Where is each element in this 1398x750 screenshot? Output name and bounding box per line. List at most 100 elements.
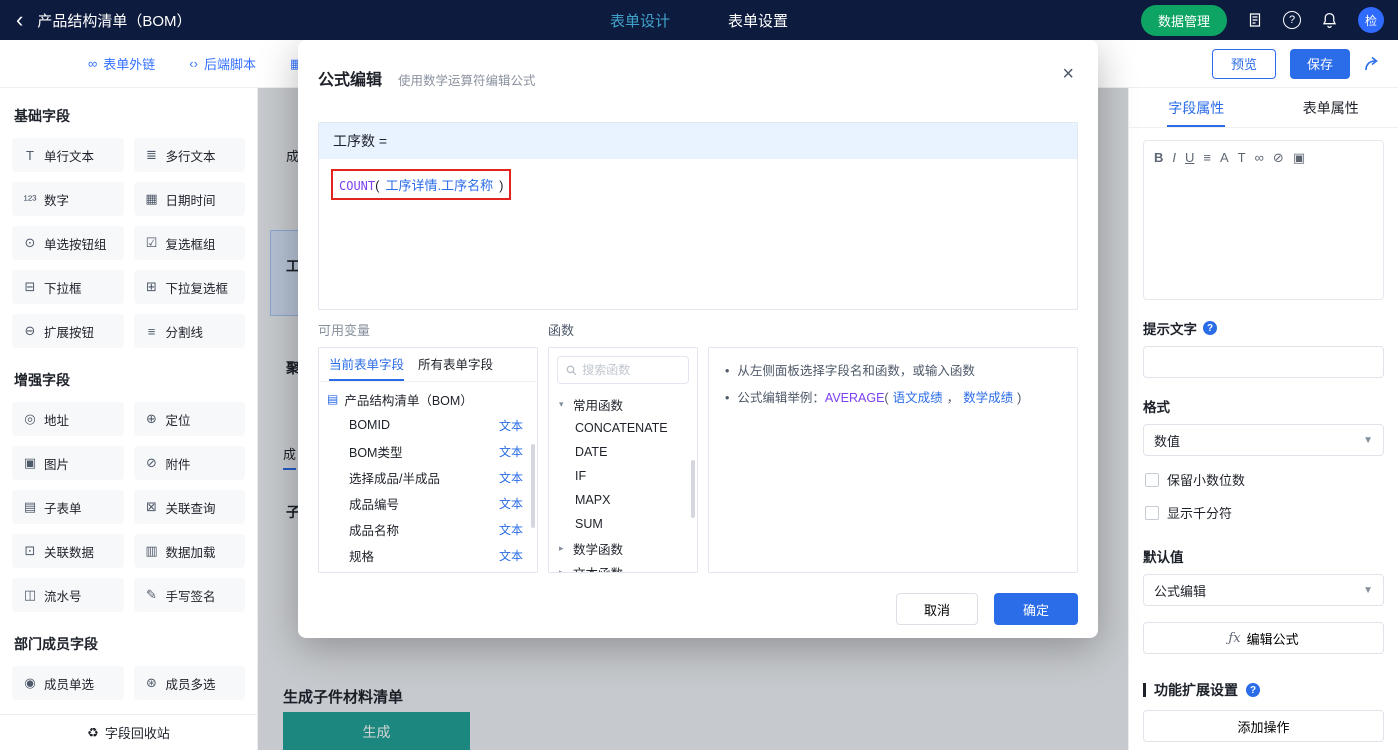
group-text-functions[interactable]: ▸ 文本函数 [549,560,697,573]
tab-current-form-fields[interactable]: 当前表单字段 [329,348,404,381]
hint-text-input[interactable] [1143,346,1384,378]
field-number[interactable]: ¹²³数字 [12,182,124,216]
align-icon[interactable]: ≡ [1203,150,1211,166]
tree-item[interactable]: 规格文本 [319,542,537,568]
field-serial-number[interactable]: ◫流水号 [12,578,124,612]
hint-help-icon[interactable]: ? [1203,321,1217,335]
tree-item[interactable]: BOM类型文本 [319,438,537,464]
toolbar-actions: 预览 保存 [1212,40,1382,87]
back-icon[interactable]: ‹ [16,9,23,31]
link-icon[interactable]: ∞ [1255,150,1264,166]
field-type-tag[interactable]: 文本 [499,417,523,434]
decimal-checkbox-row[interactable]: 保留小数位数 [1145,470,1382,489]
tree-item[interactable]: 成品名称文本 [319,516,537,542]
function-search-input[interactable] [582,363,680,377]
insert-image-icon[interactable]: ▣ [1293,150,1305,166]
field-type-tag[interactable]: 文本 [499,547,523,564]
help-icon[interactable]: ? [1283,11,1301,29]
field-type-tag[interactable]: 文本 [499,443,523,460]
example-field-token-1[interactable]: 语文成绩 [893,391,943,405]
field-type-tag[interactable]: 文本 [499,521,523,538]
field-type-tag[interactable]: 文本 [499,469,523,486]
field-divider[interactable]: ≡分割线 [134,314,246,348]
add-action-label: 添加操作 [1237,717,1289,736]
field-title-editor[interactable]: B I U ≡ A T ∞ ⊘ ▣ [1143,140,1384,300]
field-checkbox-group[interactable]: ☑复选框组 [134,226,246,260]
data-manage-button[interactable]: 数据管理 [1141,5,1227,36]
unlink-icon[interactable]: ⊘ [1273,150,1284,166]
function-item-mapx[interactable]: MAPX [549,488,697,512]
field-subform[interactable]: ▤子表单 [12,490,124,524]
font-color-icon[interactable]: A [1220,150,1229,166]
preview-button[interactable]: 预览 [1212,49,1276,79]
thousand-checkbox[interactable] [1145,506,1159,520]
field-select[interactable]: ⊟下拉框 [12,270,124,304]
modal-header: 公式编辑 使用数学运算符编辑公式 [318,40,1078,96]
chevron-down-icon: ▾ [559,399,567,410]
tab-form-design[interactable]: 表单设计 [610,10,670,31]
italic-icon[interactable]: I [1172,150,1176,166]
tree-item[interactable]: BOMID文本 [319,412,537,438]
tab-all-form-fields[interactable]: 所有表单字段 [418,348,493,381]
changelog-icon[interactable] [1247,12,1263,28]
function-item-concatenate[interactable]: CONCATENATE [549,416,697,440]
field-member-single[interactable]: ◉成员单选 [12,666,124,700]
bold-icon[interactable]: B [1154,150,1163,166]
example-field-token-2[interactable]: 数学成绩 [963,391,1013,405]
field-address[interactable]: ◎地址 [12,402,124,436]
field-image[interactable]: ▣图片 [12,446,124,480]
extension-help-icon[interactable]: ? [1246,683,1260,697]
external-link-item[interactable]: ∞ 表单外链 [88,54,155,73]
field-multi-select[interactable]: ⊞下拉复选框 [134,270,246,304]
field-extend-button[interactable]: ⊖扩展按钮 [12,314,124,348]
avatar[interactable]: 检 [1358,7,1384,33]
group-math-functions[interactable]: ▸ 数学函数 [549,536,697,560]
field-label: 下拉复选框 [166,278,229,297]
field-relation-query[interactable]: ⊠关联查询 [134,490,246,524]
field-type-tag[interactable]: 文本 [499,495,523,512]
field-single-line-text[interactable]: T单行文本 [12,138,124,172]
edit-formula-button[interactable]: ƒx 编辑公式 [1143,622,1384,654]
tab-form-properties[interactable]: 表单属性 [1264,88,1398,127]
field-member-multi[interactable]: ⊛成员多选 [134,666,246,700]
thousand-checkbox-row[interactable]: 显示千分符 [1145,503,1382,522]
format-select[interactable]: 数值 ▼ [1143,424,1384,456]
tab-form-settings[interactable]: 表单设置 [728,10,788,31]
bell-icon[interactable] [1321,12,1338,29]
formula-editor-area[interactable]: COUNT(工序详情.工序名称) [319,159,1077,309]
function-item-date[interactable]: DATE [549,440,697,464]
scrollbar[interactable] [531,444,535,528]
share-icon[interactable] [1364,56,1382,72]
formula-target: 工序数 = [319,123,1077,159]
underline-icon[interactable]: U [1185,150,1194,166]
tab-field-properties[interactable]: 字段属性 [1129,88,1264,127]
relation-query-icon: ⊠ [144,499,160,515]
field-location[interactable]: ⊕定位 [134,402,246,436]
save-button[interactable]: 保存 [1290,49,1350,79]
decimal-checkbox[interactable] [1145,473,1159,487]
field-data-load[interactable]: ▥数据加载 [134,534,246,568]
formula-field-token[interactable]: 工序详情.工序名称 [385,178,493,193]
backend-script-item[interactable]: ‹› 后端脚本 [189,54,256,73]
field-label: 流水号 [44,586,82,605]
add-action-button[interactable]: 添加操作 [1143,710,1384,742]
cancel-button[interactable]: 取消 [896,593,978,625]
tree-item[interactable]: 选择成品/半成品文本 [319,464,537,490]
confirm-button[interactable]: 确定 [994,593,1078,625]
tree-root[interactable]: ▤ 产品结构清单（BOM） [319,386,537,412]
tree-item[interactable]: 成品编号文本 [319,490,537,516]
field-recycle-bin[interactable]: ♻ 字段回收站 [0,714,257,750]
field-signature[interactable]: ✎手写签名 [134,578,246,612]
field-attachment[interactable]: ⊘附件 [134,446,246,480]
scrollbar[interactable] [691,460,695,518]
function-item-sum[interactable]: SUM [549,512,697,536]
field-datetime[interactable]: ▦日期时间 [134,182,246,216]
field-multi-line-text[interactable]: ≣多行文本 [134,138,246,172]
close-icon[interactable]: × [1062,64,1074,84]
group-common-functions[interactable]: ▾ 常用函数 [549,392,697,416]
field-relation-data[interactable]: ⊡关联数据 [12,534,124,568]
function-item-if[interactable]: IF [549,464,697,488]
field-radio-group[interactable]: ⊙单选按钮组 [12,226,124,260]
default-value-select[interactable]: 公式编辑 ▼ [1143,574,1384,606]
font-size-icon[interactable]: T [1238,150,1246,166]
